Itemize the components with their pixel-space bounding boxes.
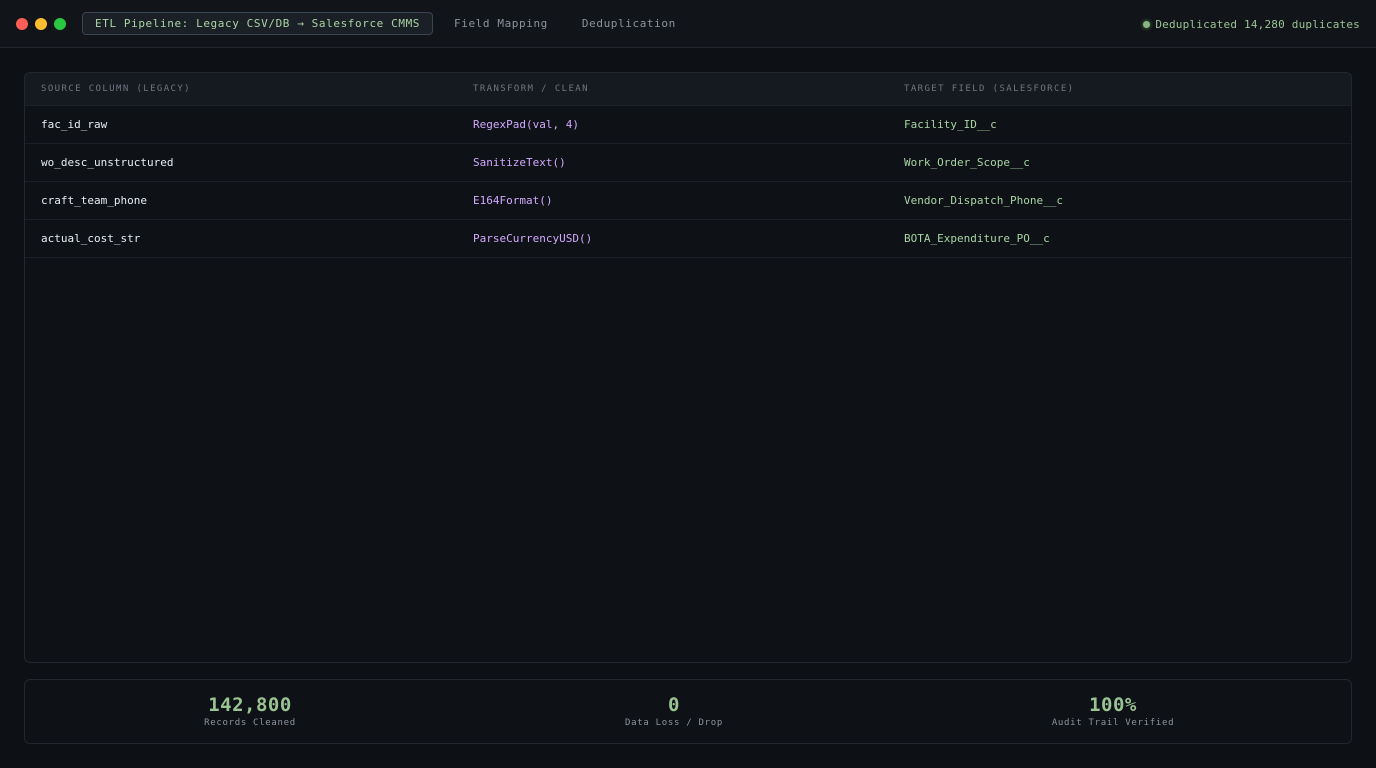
stat-value: 0 [668,694,680,716]
table-row[interactable]: fac_id_raw RegexPad(val, 4) Facility_ID_… [25,106,1351,144]
field-mapping-table: SOURCE COLUMN (LEGACY) TRANSFORM / CLEAN… [24,72,1352,663]
close-window-button[interactable] [16,17,28,30]
stat-label: Data Loss / Drop [625,718,723,728]
stat-audit-trail: 100% Audit Trail Verified [963,694,1263,728]
table-row[interactable]: wo_desc_unstructured SanitizeText() Work… [25,144,1351,182]
maximize-window-button[interactable] [54,17,66,30]
table-header: SOURCE COLUMN (LEGACY) TRANSFORM / CLEAN… [25,73,1351,106]
stats-bar: 142,800 Records Cleaned 0 Data Loss / Dr… [24,679,1352,744]
table-row[interactable]: actual_cost_str ParseCurrencyUSD() BOTA_… [25,220,1351,258]
header-target-field: TARGET FIELD (SALESFORCE) [904,84,1075,94]
transform-cell: ParseCurrencyUSD() [473,232,593,245]
stat-data-loss: 0 Data Loss / Drop [524,694,824,728]
transform-cell: E164Format() [473,194,553,207]
target-cell: Vendor_Dispatch_Phone__c [904,194,1063,207]
stat-label: Records Cleaned [204,718,296,728]
tab-deduplication[interactable]: Deduplication [582,17,676,30]
dedup-status: Deduplicated 14,280 duplicates [1143,0,1360,48]
window-controls [16,17,66,30]
source-cell: craft_team_phone [41,194,147,207]
tab-etl-pipeline[interactable]: ETL Pipeline: Legacy CSV/DB → Salesforce… [82,12,434,35]
title-bar: ETL Pipeline: Legacy CSV/DB → Salesforce… [0,0,1376,48]
stat-records-cleaned: 142,800 Records Cleaned [100,694,400,728]
status-indicator-icon [1143,20,1151,28]
stat-value: 100% [1089,694,1137,716]
target-cell: Work_Order_Scope__c [904,156,1030,169]
table-row[interactable]: craft_team_phone E164Format() Vendor_Dis… [25,182,1351,220]
target-cell: BOTA_Expenditure_PO__c [904,232,1050,245]
status-text: Deduplicated 14,280 duplicates [1155,17,1360,31]
header-source-column: SOURCE COLUMN (LEGACY) [41,84,192,94]
minimize-window-button[interactable] [35,17,47,30]
tab-field-mapping[interactable]: Field Mapping [454,17,548,30]
transform-cell: SanitizeText() [473,156,566,169]
target-cell: Facility_ID__c [904,118,997,131]
source-cell: actual_cost_str [41,232,141,245]
source-cell: wo_desc_unstructured [41,156,174,169]
stat-value: 142,800 [208,694,292,716]
stat-label: Audit Trail Verified [1051,718,1175,728]
transform-cell: RegexPad(val, 4) [473,118,579,131]
source-cell: fac_id_raw [41,118,108,131]
header-transform: TRANSFORM / CLEAN [473,84,589,94]
